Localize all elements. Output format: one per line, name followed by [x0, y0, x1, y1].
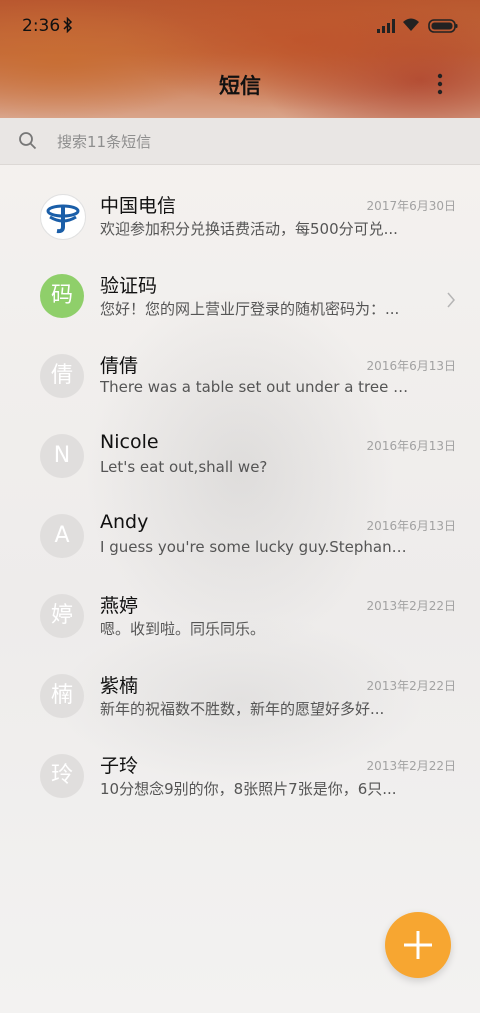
- message-date: 2013年2月22日: [366, 599, 456, 613]
- new-message-button[interactable]: [385, 912, 451, 978]
- search-bar[interactable]: [0, 118, 480, 165]
- contact-name: 子玲: [100, 755, 139, 777]
- message-preview: 您好！您的网上营业厅登录的随机密码为：...: [100, 300, 400, 318]
- message-preview: 10分想念9别的你，8张照片7张是你，6只...: [100, 780, 397, 798]
- avatar: A: [40, 514, 84, 558]
- bluetooth-icon: [63, 16, 73, 37]
- search-icon: [18, 131, 38, 155]
- conversation-item[interactable]: 码 验证码 您好！您的网上营业厅登录的随机密码为：...: [0, 254, 480, 334]
- message-date: 2013年2月22日: [366, 679, 456, 693]
- status-time: 2:36: [22, 16, 61, 36]
- message-date: 2016年6月13日: [366, 359, 456, 373]
- battery-icon: [428, 18, 458, 37]
- conversation-item[interactable]: A Andy I guess you're some lucky guy.Ste…: [0, 494, 480, 574]
- china-telecom-logo-icon: [40, 194, 86, 240]
- conversation-item[interactable]: 婷 燕婷 嗯。收到啦。同乐同乐。 2013年2月22日: [0, 574, 480, 654]
- message-preview: 新年的祝福数不胜数，新年的愿望好多好...: [100, 700, 385, 718]
- search-input[interactable]: [55, 130, 439, 154]
- header: 2:36 短信: [0, 0, 480, 118]
- conversation-item[interactable]: N Nicole Let's eat out,shall we? 2016年6月…: [0, 414, 480, 494]
- message-preview: I guess you're some lucky guy.Stephani..…: [100, 538, 410, 556]
- conversation-item[interactable]: 楠 紫楠 新年的祝福数不胜数，新年的愿望好多好... 2013年2月22日: [0, 654, 480, 734]
- conversation-item[interactable]: 玲 子玲 10分想念9别的你，8张照片7张是你，6只... 2013年2月22日: [0, 734, 480, 814]
- signal-icon: [377, 18, 395, 37]
- more-options-icon[interactable]: [432, 72, 448, 96]
- contact-name: 验证码: [100, 275, 158, 297]
- status-bar: 2:36: [0, 0, 480, 52]
- contact-name: Nicole: [100, 431, 159, 453]
- avatar: 婷: [40, 594, 84, 638]
- message-preview: There was a table set out under a tree i…: [100, 378, 410, 396]
- avatar: N: [40, 434, 84, 478]
- contact-name: 倩倩: [100, 355, 139, 377]
- message-date: 2016年6月13日: [366, 439, 456, 453]
- chevron-right-icon: [446, 292, 456, 312]
- plus-icon: [404, 931, 432, 959]
- contact-name: 中国电信: [100, 195, 177, 217]
- message-date: 2017年6月30日: [366, 199, 456, 213]
- message-date: 2013年2月22日: [366, 759, 456, 773]
- conversation-item[interactable]: 中国电信 欢迎参加积分兑换话费活动，每500分可兑... 2017年6月30日: [0, 174, 480, 254]
- message-preview: 嗯。收到啦。同乐同乐。: [100, 620, 266, 638]
- page-title: 短信: [219, 74, 261, 98]
- avatar: 码: [40, 274, 84, 318]
- avatar: 楠: [40, 674, 84, 718]
- message-date: 2016年6月13日: [366, 519, 456, 533]
- contact-name: 燕婷: [100, 595, 139, 617]
- contact-name: Andy: [100, 511, 149, 533]
- avatar: 倩: [40, 354, 84, 398]
- message-preview: Let's eat out,shall we?: [100, 458, 268, 476]
- contact-name: 紫楠: [100, 675, 139, 697]
- conversation-item[interactable]: 倩 倩倩 There was a table set out under a t…: [0, 334, 480, 414]
- wifi-icon: [402, 17, 420, 36]
- avatar: 玲: [40, 754, 84, 798]
- message-preview: 欢迎参加积分兑换话费活动，每500分可兑...: [100, 220, 398, 238]
